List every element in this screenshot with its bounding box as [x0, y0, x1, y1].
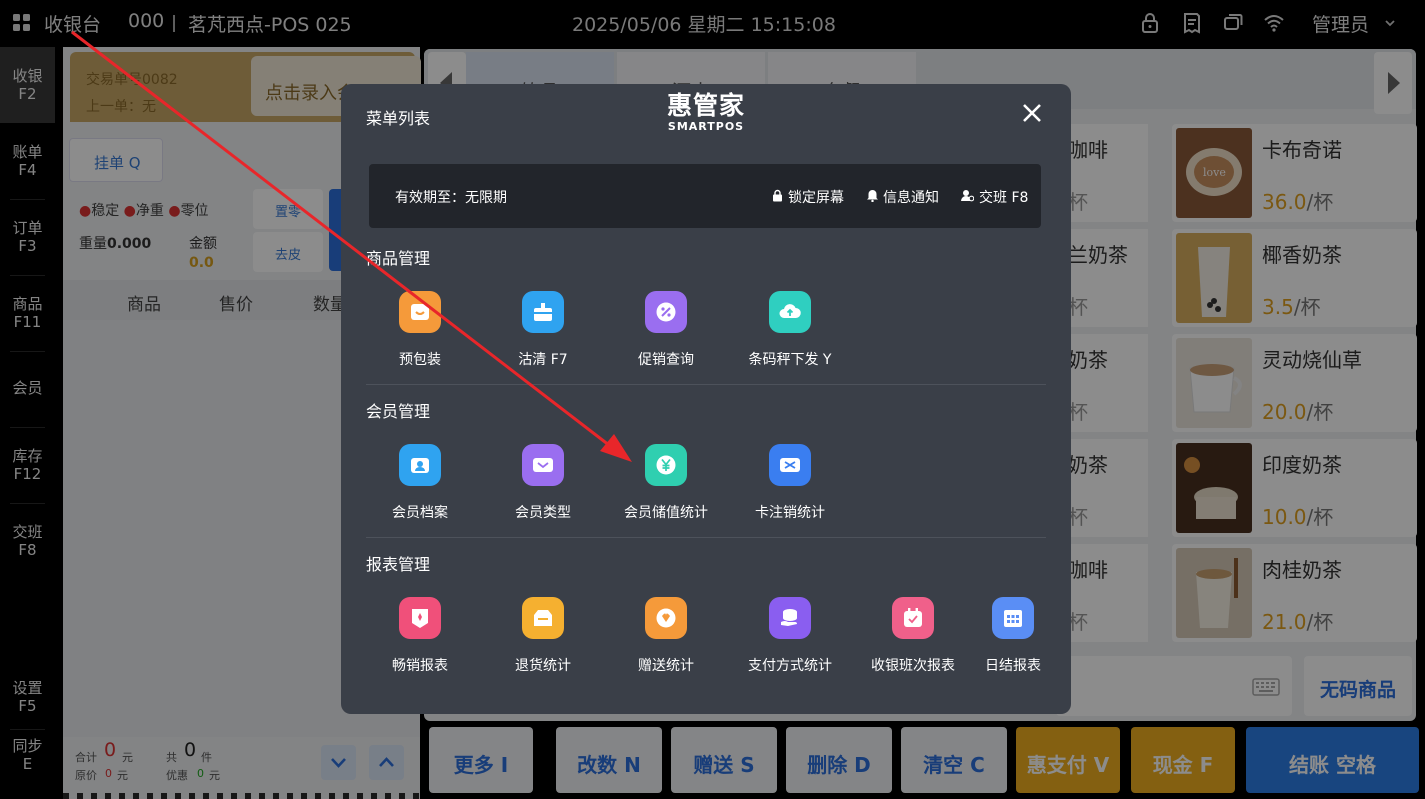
menu-list-modal: 菜单列表 惠管家 SMARTPOS 有效期至：无限期 锁定屏幕 信息通知 交班 … [341, 84, 1071, 714]
validity-text: 有效期至：无限期 [395, 190, 507, 206]
menu-label: 会员类型 [515, 505, 571, 521]
section-title-reports: 报表管理 [366, 555, 431, 574]
menu-label: 卡注销统计 [755, 505, 825, 521]
menu-label: 退货统计 [515, 658, 571, 674]
section-divider [366, 384, 1046, 385]
menu-label: 支付方式统计 [748, 658, 832, 674]
member-card-icon [522, 444, 564, 486]
license-bar: 有效期至：无限期 锁定屏幕 信息通知 交班 F8 [369, 164, 1041, 228]
lock-screen-link[interactable]: 锁定屏幕 [788, 187, 844, 207]
member-file-icon [399, 444, 441, 486]
cloud-upload-icon [769, 291, 811, 333]
hot-sale-icon [399, 597, 441, 639]
package-icon [399, 291, 441, 333]
close-icon[interactable] [1021, 102, 1043, 124]
daily-report-icon [992, 597, 1034, 639]
shift-link[interactable]: 交班 F8 [979, 187, 1028, 207]
brand-logo: 惠管家 SMARTPOS [661, 91, 751, 134]
menu-label: 日结报表 [985, 658, 1041, 674]
menu-label: 预包装 [399, 352, 441, 368]
menu-label: 赠送统计 [638, 658, 694, 674]
section-title-members: 会员管理 [366, 402, 431, 421]
modal-title: 菜单列表 [366, 109, 431, 128]
return-icon [522, 597, 564, 639]
discount-icon [645, 291, 687, 333]
logo-cn: 惠管家 [666, 91, 745, 120]
payment-icon [769, 597, 811, 639]
card-cancel-icon [769, 444, 811, 486]
menu-label: 沽清 F7 [518, 352, 568, 368]
gift-icon [645, 597, 687, 639]
notifications-link[interactable]: 信息通知 [883, 187, 939, 207]
shift-user-icon [961, 190, 974, 202]
lock-icon [773, 189, 782, 202]
bell-icon [867, 190, 878, 202]
sellout-icon [522, 291, 564, 333]
calendar-icon [892, 597, 934, 639]
menu-label: 畅销报表 [392, 658, 448, 674]
menu-label: 会员储值统计 [624, 505, 708, 521]
menu-label: 促销查询 [638, 352, 694, 368]
yuan-coin-icon [645, 444, 687, 486]
menu-label: 会员档案 [392, 505, 448, 521]
section-title-products: 商品管理 [366, 249, 431, 268]
menu-label: 条码秤下发 Y [748, 352, 832, 368]
section-divider [366, 537, 1046, 538]
logo-en: SMARTPOS [667, 120, 745, 133]
